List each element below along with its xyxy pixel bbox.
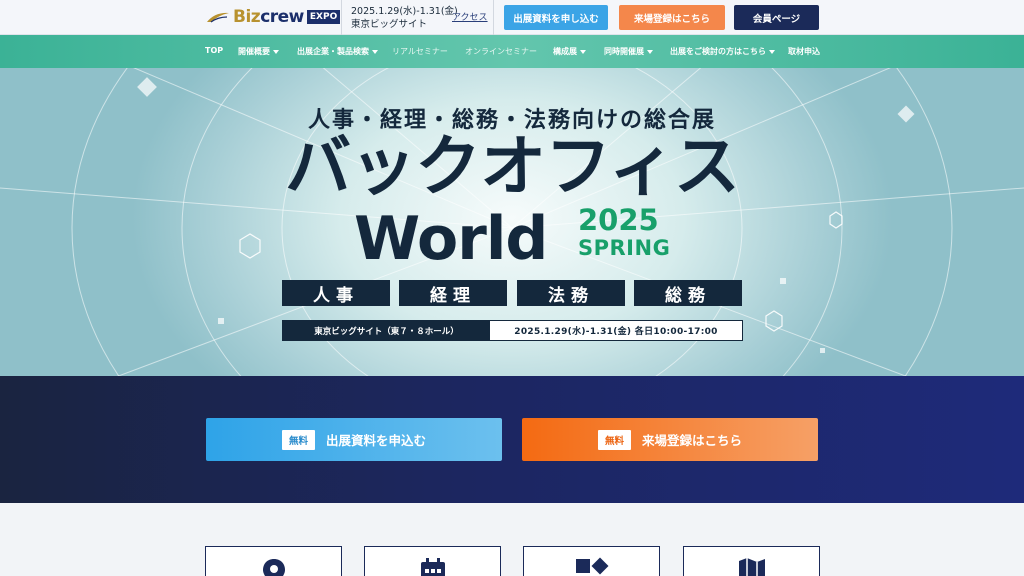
nav-item-concurrent-shows[interactable]: 同時開催展	[604, 46, 653, 57]
nav-item-exhibit-consideration[interactable]: 出展をご検討の方はこちら	[670, 46, 775, 57]
category-hr: 人事	[282, 280, 390, 306]
info-card-access[interactable]	[205, 546, 342, 576]
nav-item-press[interactable]: 取材申込	[788, 46, 820, 57]
calendar-icon	[420, 558, 445, 576]
info-card-schedule[interactable]	[364, 546, 501, 576]
exhibit-materials-cta[interactable]: 無料 出展資料を申込む	[206, 418, 502, 461]
event-venue: 東京ビッグサイト	[351, 19, 428, 30]
exhibit-cta-label: 出展資料を申込む	[326, 433, 427, 448]
header-divider	[341, 0, 342, 35]
caret-down-icon	[372, 49, 378, 54]
main-nav: TOP 開催概要 出展企業・製品検索 リアルセミナー オンラインセミナー 構成展…	[0, 35, 1024, 68]
caret-down-icon	[580, 49, 586, 54]
event-date: 2025.1.29(水)-1.31(金)	[351, 6, 458, 17]
header-divider	[493, 0, 494, 35]
nav-item-exhibitor-search[interactable]: 出展企業・製品検索	[297, 46, 378, 57]
category-accounting: 経理	[399, 280, 507, 306]
hero-title: バックオフィス	[285, 128, 740, 205]
nav-item-top[interactable]: TOP	[205, 46, 223, 55]
caret-down-icon	[769, 49, 775, 54]
map-pin-icon	[262, 559, 285, 576]
venue-date-bar: 東京ビッグサイト（東７・８ホール） 2025.1.29(水)-1.31(金) 各…	[282, 320, 743, 341]
category-legal: 法務	[517, 280, 625, 306]
shapes-icon	[575, 557, 608, 575]
logo-crew-text: crew	[260, 7, 304, 27]
caret-down-icon	[273, 49, 279, 54]
access-link[interactable]: アクセス	[452, 10, 488, 23]
category-general-affairs: 総務	[634, 280, 742, 306]
hero-season: SPRING	[578, 236, 671, 260]
nav-item-real-seminar[interactable]: リアルセミナー	[392, 46, 448, 57]
map-icon	[738, 558, 765, 576]
member-page-button[interactable]: 会員ページ	[734, 5, 819, 30]
logo-biz-text: Biz	[233, 7, 261, 27]
free-badge: 無料	[597, 429, 631, 450]
exhibit-request-button[interactable]: 出展資料を申し込む	[504, 5, 608, 30]
venue-location: 東京ビッグサイト（東７・８ホール）	[283, 321, 490, 340]
nav-item-component-shows[interactable]: 構成展	[553, 46, 586, 57]
nav-item-overview[interactable]: 開催概要	[238, 46, 279, 57]
venue-dates: 2025.1.29(水)-1.31(金) 各日10:00-17:00	[514, 327, 718, 337]
site-header: Biz crew EXPO 2025.1.29(水)-1.31(金) 東京ビッグサイ…	[0, 0, 1024, 35]
caret-down-icon	[647, 49, 653, 54]
cta-section: 無料 出展資料を申込む 無料 来場登録はこちら	[0, 376, 1024, 503]
visit-cta-label: 来場登録はこちら	[642, 433, 743, 448]
info-cards-section	[0, 503, 1024, 576]
hero-banner: 人事・経理・総務・法務向けの総合展 バックオフィス World 2025 SPR…	[0, 68, 1024, 376]
logo-expo-badge: EXPO	[306, 10, 341, 24]
visitor-registration-button[interactable]: 来場登録はこちら	[619, 5, 725, 30]
info-card-categories[interactable]	[523, 546, 660, 576]
bizcrew-expo-logo[interactable]: Biz crew EXPO	[205, 6, 341, 28]
nav-item-online-seminar[interactable]: オンラインセミナー	[465, 46, 537, 57]
hero-year: 2025	[578, 203, 659, 237]
hero-world-text: World	[354, 204, 548, 274]
event-date-info: 2025.1.29(水)-1.31(金) 東京ビッグサイト	[351, 5, 458, 31]
free-badge: 無料	[281, 429, 315, 450]
visitor-registration-cta[interactable]: 無料 来場登録はこちら	[522, 418, 818, 461]
logo-swoosh-icon	[207, 12, 229, 23]
info-card-floor-map[interactable]	[683, 546, 820, 576]
